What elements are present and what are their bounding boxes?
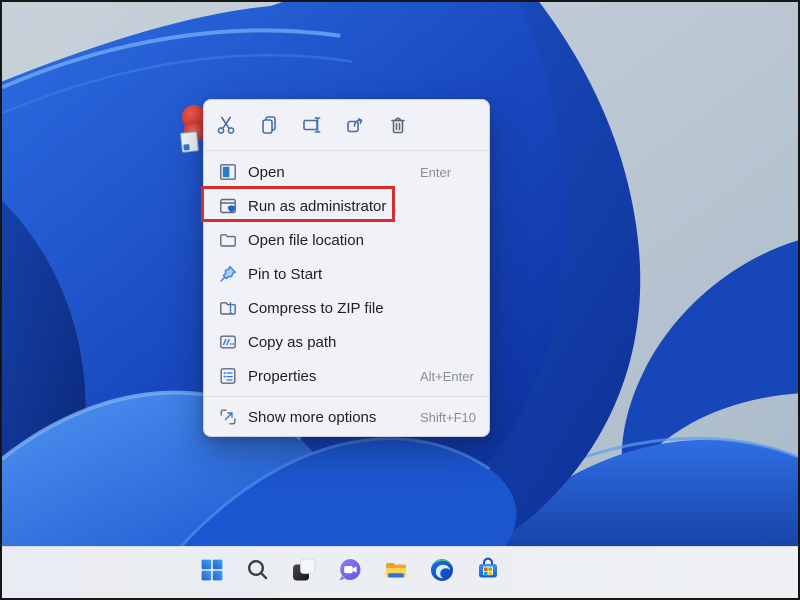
shortcut-doc-fragment [180,131,199,153]
edge-button[interactable] [426,557,458,589]
menu-item-label: Show more options [248,409,376,426]
copy-icon[interactable] [255,111,283,139]
menu-item-label: Properties [248,368,316,385]
menu-item-compress-to-zip[interactable]: Compress to ZIP file [204,291,489,325]
menu-item-label: Open file location [248,232,364,249]
rename-icon[interactable] [298,111,326,139]
task-view-icon [289,555,319,590]
menu-item-label: Open [248,164,285,181]
zip-folder-icon [218,298,238,318]
show-more-options-icon [218,407,238,427]
start-icon [197,555,227,590]
context-menu: Open Enter Run as administrator Open fil… [203,99,490,437]
taskbar [2,546,798,598]
menu-item-shortcut: Shift+F10 [420,410,476,425]
menu-item-properties[interactable]: Properties Alt+Enter [204,359,489,393]
open-file-location-icon [218,230,238,250]
edge-icon [427,555,457,590]
menu-item-pin-to-start[interactable]: Pin to Start [204,257,489,291]
file-explorer-button[interactable] [380,557,412,589]
delete-icon[interactable] [384,111,412,139]
start-button[interactable] [196,557,228,589]
menu-item-shortcut: Enter [420,165,451,180]
cut-icon[interactable] [212,111,240,139]
taskbar-icons [196,547,504,598]
pin-to-start-icon [218,264,238,284]
menu-item-copy-as-path[interactable]: Copy as path [204,325,489,359]
menu-item-label: Pin to Start [248,266,322,283]
search-button[interactable] [242,557,274,589]
store-icon [473,555,503,590]
highlight-box [201,186,395,222]
properties-icon [218,366,238,386]
chat-button[interactable] [334,557,366,589]
copy-as-path-icon [218,332,238,352]
menu-item-label: Compress to ZIP file [248,300,384,317]
menu-item-open-file-location[interactable]: Open file location [204,223,489,257]
search-icon [243,555,273,590]
share-icon[interactable] [341,111,369,139]
store-button[interactable] [472,557,504,589]
menu-separator [204,396,489,397]
file-explorer-icon [381,555,411,590]
menu-item-show-more-options[interactable]: Show more options Shift+F10 [204,400,489,434]
menu-item-shortcut: Alt+Enter [420,369,474,384]
open-icon [218,162,238,182]
chat-icon [335,555,365,590]
menu-item-label: Copy as path [248,334,336,351]
menu-item-open[interactable]: Open Enter [204,155,489,189]
desktop-screen: Open Enter Run as administrator Open fil… [0,0,800,600]
task-view-button[interactable] [288,557,320,589]
context-menu-toolbar [204,100,489,151]
